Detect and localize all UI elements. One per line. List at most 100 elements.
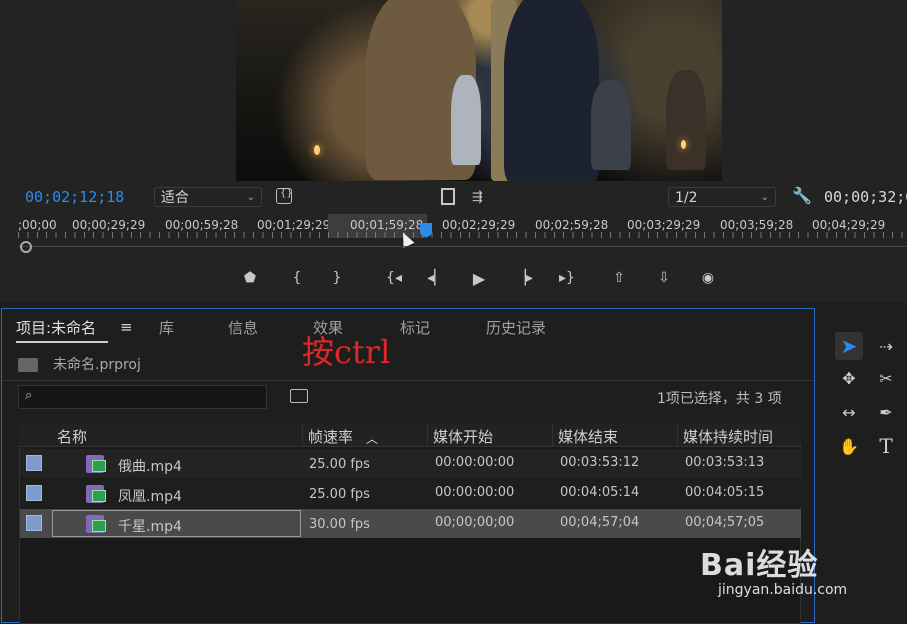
column-divider [427, 424, 428, 447]
wrench-icon[interactable]: 🔧 [792, 186, 812, 205]
column-divider [302, 424, 303, 447]
row-duration: 00;04;57;05 [685, 515, 765, 530]
row-end: 00:03:53:12 [560, 455, 640, 470]
column-media-start[interactable]: 媒体开始 [433, 426, 493, 447]
annotation-text: 按ctrl [302, 333, 391, 371]
video-candle-light [314, 145, 320, 155]
video-clip-icon [92, 460, 106, 472]
track-select-tool-icon[interactable]: ⇢ [872, 332, 900, 360]
column-name[interactable]: 名称 [57, 426, 87, 447]
row-end: 00;04;57;04 [560, 515, 640, 530]
project-file-name: 未命名.prproj [53, 357, 141, 373]
time-ruler-ticks [18, 232, 907, 238]
column-frame-rate[interactable]: 帧速率 [308, 426, 353, 447]
row-name: 千星.mp4 [118, 519, 182, 535]
panel-menu-icon[interactable]: ≡ [120, 318, 133, 336]
ruler-label: 00;03;59;28 [720, 218, 794, 232]
add-marker-icon[interactable]: ⬟ [239, 267, 261, 289]
mark-out-icon[interactable]: } [326, 267, 348, 289]
play-icon[interactable]: ▶ [468, 267, 490, 289]
row-label-color[interactable] [26, 485, 42, 501]
ripple-edit-tool-icon[interactable]: ✥ [835, 364, 863, 392]
video-preview[interactable] [236, 0, 722, 181]
zoom-scrollbar-track[interactable] [18, 246, 907, 247]
ruler-label: 00;00;29;29 [72, 218, 146, 232]
column-media-end[interactable]: 媒体结束 [558, 426, 618, 447]
video-candle-light [681, 140, 686, 149]
video-background-person [591, 80, 631, 170]
column-divider [677, 424, 678, 447]
tab-library[interactable]: 库 [159, 317, 174, 338]
watermark-url: jingyan.baidu.com [718, 582, 848, 598]
project-panel: 项目:未命名 ≡ 库 信息 效果 标记 历史记录 未命名.prproj 按ctr… [1, 308, 815, 624]
search-input[interactable]: ⌕ [18, 385, 267, 409]
ruler-label: 00;02;59;28 [535, 218, 609, 232]
row-start: 00:00:00:00 [435, 455, 515, 470]
resolution-dropdown[interactable]: 1/2 ⌄ [668, 187, 776, 207]
row-name: 俄曲.mp4 [118, 459, 182, 475]
row-label-color[interactable] [26, 455, 42, 471]
type-tool-icon[interactable]: T [872, 432, 900, 460]
folder-up-icon[interactable] [18, 358, 38, 372]
tab-project[interactable]: 项目:未命名 [16, 317, 96, 338]
ruler-label: 00;03;29;29 [627, 218, 701, 232]
video-background-person [451, 75, 481, 165]
video-background-person [666, 70, 706, 170]
step-back-icon[interactable]: ◂▏ [425, 267, 447, 289]
mark-in-icon[interactable]: { [286, 267, 308, 289]
row-start: 00:00:00:00 [435, 485, 515, 500]
step-forward-icon[interactable]: ▕▸ [513, 267, 535, 289]
tab-markers[interactable]: 标记 [400, 317, 430, 338]
ruler-label: 00;01;59;28 [350, 218, 424, 232]
sort-ascending-icon[interactable]: ︿ [366, 430, 378, 447]
export-frame-camera-icon[interactable]: ◉ [697, 267, 719, 289]
search-icon: ⌕ [25, 388, 33, 403]
current-timecode[interactable]: 00;02;12;18 [25, 188, 124, 206]
ruler-label: 00;00;59;28 [165, 218, 239, 232]
razor-tool-icon[interactable]: ✂ [872, 364, 900, 392]
chevron-down-icon: ⌄ [246, 192, 255, 203]
ruler-label: ;00;00 [18, 218, 57, 232]
column-divider [552, 424, 553, 447]
row-duration: 00:04:05:15 [685, 485, 765, 500]
playhead[interactable] [420, 223, 432, 237]
column-media-duration[interactable]: 媒体持续时间 [683, 426, 773, 447]
row-start: 00;00;00;00 [435, 515, 515, 530]
chevron-down-icon: ⌄ [760, 192, 769, 203]
row-fps: 30.00 fps [309, 517, 370, 532]
filmstrip-icon[interactable] [441, 188, 455, 205]
program-monitor: 00;02;12;18 适合 ⌄ {} ⇶ 1/2 ⌄ 🔧 00;00;32;0… [0, 0, 907, 302]
video-clip-icon [92, 520, 106, 532]
slip-tool-icon[interactable]: ↔ [835, 398, 863, 426]
safe-margins-icon[interactable]: {} [276, 188, 293, 204]
tab-history[interactable]: 历史记录 [486, 317, 546, 338]
video-clip-icon [92, 490, 106, 502]
pen-tool-icon[interactable]: ✒ [872, 398, 900, 426]
go-to-in-icon[interactable]: {◂ [383, 267, 405, 289]
tab-info[interactable]: 信息 [228, 317, 258, 338]
go-to-out-icon[interactable]: ▸} [556, 267, 578, 289]
lift-icon[interactable]: ⇧ [608, 267, 630, 289]
row-fps: 25.00 fps [309, 487, 370, 502]
extract-icon[interactable]: ⇩ [653, 267, 675, 289]
row-name: 凤凰.mp4 [118, 489, 182, 505]
ruler-label: 00;01;29;29 [257, 218, 331, 232]
resolution-dropdown-label: 1/2 [675, 190, 698, 206]
ruler-label: 00;02;29;29 [442, 218, 516, 232]
row-label-color[interactable] [26, 515, 42, 531]
selection-tool-icon[interactable]: ➤ [835, 332, 863, 360]
row-duration: 00:03:53:13 [685, 455, 765, 470]
row-end: 00:04:05:14 [560, 485, 640, 500]
fit-dropdown[interactable]: 适合 ⌄ [154, 187, 262, 207]
active-tab-underline [16, 341, 108, 343]
fast-forward-icon[interactable]: ⇶ [472, 190, 483, 205]
row-fps: 25.00 fps [309, 457, 370, 472]
tools-panel: ➤ ⇢ ✥ ✂ ↔ ✒ ✋ T [820, 308, 907, 623]
fit-dropdown-label: 适合 [161, 190, 189, 206]
hand-tool-icon[interactable]: ✋ [835, 432, 863, 460]
zoom-scrollbar-handle[interactable] [20, 241, 32, 253]
divider [2, 380, 814, 381]
new-bin-search-icon[interactable] [290, 389, 308, 403]
selection-status: 1项已选择，共 3 项 [657, 391, 782, 407]
duration-timecode: 00;00;32;0 [824, 188, 907, 206]
